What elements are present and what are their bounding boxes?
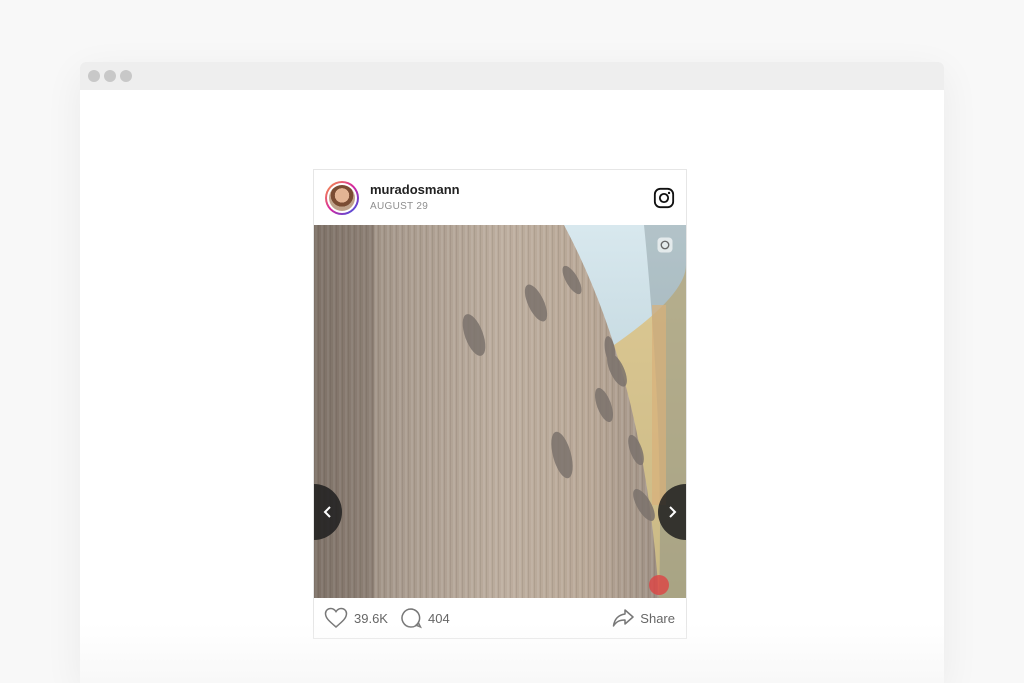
chevron-right-icon [669, 506, 677, 518]
post-image[interactable] [314, 225, 686, 598]
share-icon [613, 609, 635, 627]
comment-count: 404 [428, 610, 450, 626]
avatar[interactable] [325, 181, 359, 215]
comment-button[interactable]: 404 [400, 608, 450, 629]
waterfall-photo [314, 225, 686, 598]
like-button[interactable]: 39.6K [324, 607, 388, 628]
minimize-window-button[interactable] [104, 70, 116, 82]
heart-icon [324, 607, 348, 628]
close-window-button[interactable] [88, 70, 100, 82]
browser-window: muradosmann AUGUST 29 39.6K 404 Share [80, 62, 944, 683]
post-actions: 39.6K 404 Share [314, 598, 686, 638]
comment-icon [401, 608, 422, 629]
avatar-photo [329, 185, 355, 211]
post-date: AUGUST 29 [370, 201, 429, 212]
post-username[interactable]: muradosmann [370, 182, 460, 197]
instagram-post-embed: muradosmann AUGUST 29 39.6K 404 Share [313, 169, 687, 639]
camera-icon [657, 237, 673, 253]
like-count: 39.6K [354, 610, 388, 626]
post-header: muradosmann AUGUST 29 [314, 170, 686, 226]
instagram-icon[interactable] [653, 187, 675, 209]
chevron-left-icon [323, 506, 331, 518]
maximize-window-button[interactable] [120, 70, 132, 82]
share-label: Share [640, 610, 675, 626]
window-titlebar [80, 62, 944, 90]
share-button[interactable]: Share [612, 608, 675, 628]
